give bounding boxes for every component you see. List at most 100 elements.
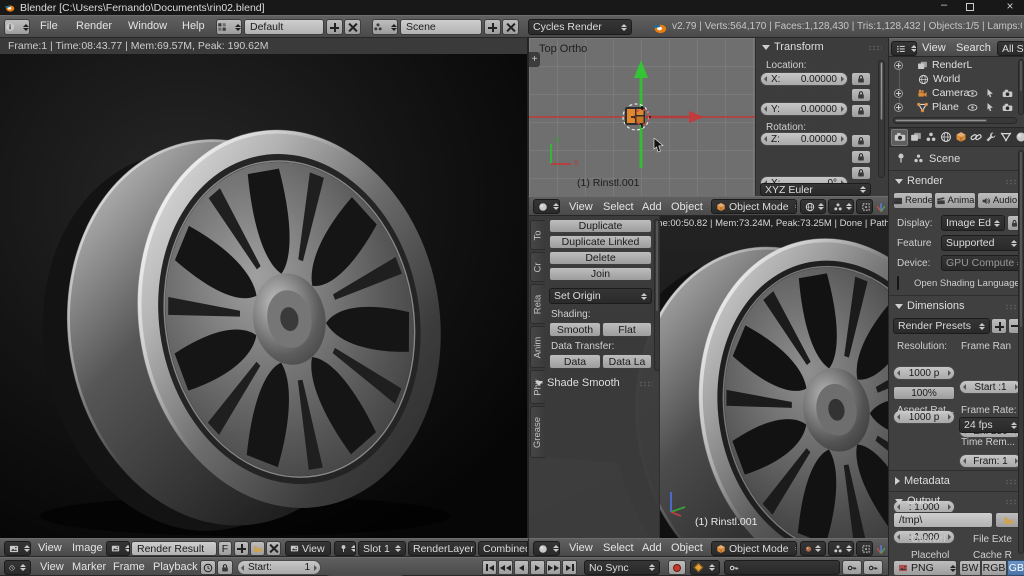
- maximize-button[interactable]: [966, 3, 974, 11]
- tab-render-layers-icon[interactable]: [910, 131, 922, 143]
- preset-add-button[interactable]: [991, 318, 1007, 334]
- menu-object[interactable]: Object: [671, 201, 703, 213]
- renderability-camera-icon[interactable]: [1002, 88, 1013, 99]
- tab-relations[interactable]: Rela: [530, 284, 545, 324]
- manipulator-axis-icon[interactable]: [875, 201, 887, 213]
- scene-delete-button[interactable]: [502, 19, 519, 35]
- menu-marker[interactable]: Marker: [72, 561, 106, 573]
- play-button[interactable]: [530, 560, 545, 575]
- menu-view[interactable]: View: [922, 42, 946, 54]
- pin-icon[interactable]: [895, 152, 907, 164]
- duplicate-button[interactable]: Duplicate: [549, 219, 652, 233]
- editor-type-button[interactable]: [4, 541, 31, 556]
- outliner-row-world[interactable]: World: [889, 72, 1024, 86]
- resolution-percentage-field[interactable]: 100%: [893, 386, 955, 400]
- new-image-button[interactable]: [234, 541, 249, 556]
- pivot-select[interactable]: [828, 199, 854, 214]
- data-layout-button[interactable]: Data La: [602, 354, 652, 369]
- shade-smooth-panel-header[interactable]: Shade Smooth: [535, 377, 620, 389]
- tab-material-icon[interactable]: [1015, 131, 1024, 143]
- sync-mode-select[interactable]: No Sync: [584, 560, 660, 575]
- viewport-shading-select[interactable]: [800, 199, 826, 214]
- region-expand-tab[interactable]: +: [529, 52, 540, 67]
- display-mode-select[interactable]: View: [285, 541, 331, 556]
- pass-select[interactable]: Combined: [478, 541, 528, 556]
- delete-keyframe-button[interactable]: [863, 560, 883, 575]
- menu-select[interactable]: Select: [603, 542, 634, 554]
- panel-grip[interactable]: [1005, 179, 1019, 185]
- frame-rate-select[interactable]: 24 fps: [959, 417, 1022, 433]
- lock-location-z-button[interactable]: [851, 104, 871, 118]
- outliner-item-label[interactable]: Camera: [932, 87, 969, 99]
- color-mode-bw-button[interactable]: BW: [959, 560, 981, 576]
- menu-frame[interactable]: Frame: [113, 561, 145, 573]
- menu-file[interactable]: File: [40, 20, 58, 32]
- panel-grip[interactable]: [1005, 479, 1019, 485]
- tab-constraints-icon[interactable]: [970, 131, 982, 143]
- image-name-field[interactable]: Render Result: [131, 541, 217, 556]
- set-origin-select[interactable]: Set Origin: [549, 288, 652, 304]
- snap-button[interactable]: [856, 199, 873, 214]
- delete-button[interactable]: Delete: [549, 251, 652, 265]
- data-button[interactable]: Data: [549, 354, 601, 369]
- device-select[interactable]: GPU Compute: [941, 255, 1022, 271]
- outliner-hscrollbar[interactable]: [893, 117, 1017, 124]
- osl-checkbox[interactable]: [897, 276, 899, 290]
- open-image-button[interactable]: [250, 541, 265, 556]
- display-select[interactable]: Image Ed: [941, 215, 1005, 231]
- metadata-panel-header[interactable]: Metadata: [895, 475, 950, 487]
- resolution-x-field[interactable]: 1000 p: [893, 366, 955, 380]
- menu-view[interactable]: View: [40, 561, 64, 573]
- render-animation-button[interactable]: Anima: [934, 192, 976, 209]
- tab-object-icon[interactable]: [955, 131, 967, 143]
- layout-name-field[interactable]: Default: [244, 19, 324, 35]
- lock-rotation-z-button[interactable]: [851, 166, 871, 180]
- menu-view[interactable]: View: [569, 542, 593, 554]
- editor-type-button[interactable]: [4, 19, 30, 35]
- menu-search[interactable]: Search: [956, 42, 991, 54]
- menu-playback[interactable]: Playback: [153, 561, 198, 573]
- visibility-eye-icon[interactable]: [967, 102, 978, 113]
- outliner-row-plane[interactable]: Plane: [889, 100, 1024, 114]
- scrollbar-thumb[interactable]: [1020, 152, 1022, 327]
- menu-render[interactable]: Render: [76, 20, 112, 32]
- scene-add-button[interactable]: [484, 19, 501, 35]
- menu-image[interactable]: Image: [72, 542, 103, 554]
- output-panel-header[interactable]: Output: [895, 495, 940, 507]
- lock-rotation-x-button[interactable]: [851, 134, 871, 148]
- layer-select[interactable]: RenderLayer: [408, 541, 476, 556]
- start-frame-field[interactable]: Start:1: [237, 560, 321, 575]
- snap-button[interactable]: [856, 541, 873, 556]
- scene-browse-button[interactable]: [372, 19, 398, 35]
- unlink-image-button[interactable]: [266, 541, 281, 556]
- menu-object[interactable]: Object: [671, 542, 703, 554]
- jump-to-end-button[interactable]: [562, 560, 577, 575]
- rotation-mode-select[interactable]: XYZ Euler: [760, 183, 871, 196]
- menu-add[interactable]: Add: [642, 201, 662, 213]
- pivot-select[interactable]: [828, 541, 854, 556]
- editor-type-button[interactable]: [533, 541, 560, 556]
- panel-scrollbar[interactable]: [878, 60, 885, 178]
- menu-select[interactable]: Select: [603, 201, 634, 213]
- active-keying-set-field[interactable]: [724, 560, 840, 575]
- render-presets-select[interactable]: Render Presets: [893, 318, 990, 334]
- expand-icon[interactable]: [894, 89, 903, 98]
- menu-window[interactable]: Window: [128, 20, 167, 32]
- fake-user-button[interactable]: F: [218, 541, 232, 556]
- render-panel-header[interactable]: Render: [895, 175, 943, 187]
- lock-rotation-y-button[interactable]: [851, 150, 871, 164]
- location-y-field[interactable]: Y:0.00000: [760, 102, 848, 116]
- tab-grease[interactable]: Grease: [530, 406, 545, 458]
- outliner-item-label[interactable]: World: [933, 73, 960, 85]
- expand-icon[interactable]: [894, 61, 903, 70]
- renderability-camera-icon[interactable]: [1002, 102, 1013, 113]
- layout-browse-button[interactable]: [216, 19, 242, 35]
- feature-set-select[interactable]: Supported: [941, 235, 1022, 251]
- menu-add[interactable]: Add: [642, 542, 662, 554]
- scene-object-thumbnail[interactable]: [621, 100, 651, 132]
- mode-select[interactable]: Object Mode: [711, 541, 797, 556]
- menu-help[interactable]: Help: [182, 20, 205, 32]
- location-x-field[interactable]: X:0.00000: [760, 72, 848, 86]
- frame-step-field[interactable]: Fram: 1: [959, 454, 1022, 468]
- tab-tools[interactable]: To: [530, 220, 545, 250]
